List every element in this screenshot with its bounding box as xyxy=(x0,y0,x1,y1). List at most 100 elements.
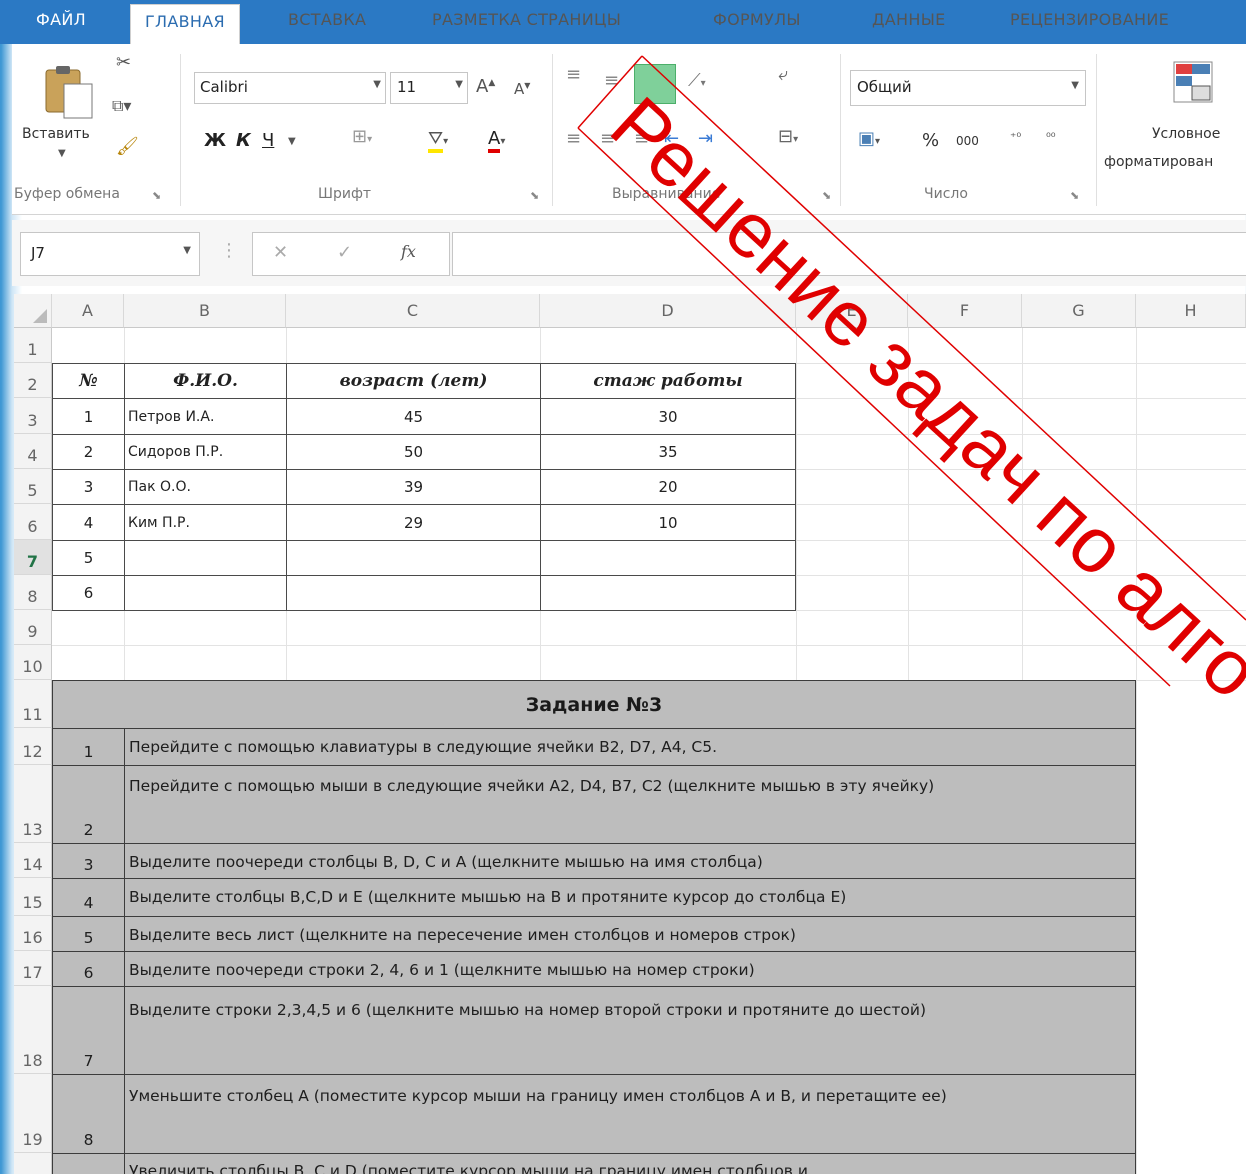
bold-button[interactable]: Ж xyxy=(204,130,226,151)
row-header[interactable]: 3 xyxy=(14,398,52,434)
table-cell[interactable]: 5 xyxy=(52,540,125,576)
font-launcher-icon[interactable]: ⬊ xyxy=(530,189,539,202)
column-header-h[interactable]: H xyxy=(1136,294,1246,328)
more-options-icon[interactable]: ⋮ xyxy=(220,240,238,261)
clipboard-launcher-icon[interactable]: ⬊ xyxy=(152,189,161,202)
borders-icon[interactable]: ⊞▾ xyxy=(352,126,372,147)
confirm-entry-icon[interactable]: ✓ xyxy=(337,242,352,263)
task-number[interactable]: 5 xyxy=(52,916,125,952)
table-cell[interactable] xyxy=(124,540,287,576)
number-launcher-icon[interactable]: ⬊ xyxy=(1070,189,1079,202)
row-header[interactable]: 5 xyxy=(14,469,52,504)
column-header-g[interactable]: G xyxy=(1022,294,1136,328)
worksheet-grid[interactable]: A B C D E F G H 1 2 3 4 5 6 7 8 9 10 11 … xyxy=(14,294,1246,1174)
table-header-experience[interactable]: стаж работы xyxy=(540,363,796,399)
column-header-f[interactable]: F xyxy=(908,294,1022,328)
row-header[interactable]: 4 xyxy=(14,434,52,469)
task-text[interactable]: Выделите поочереди столбцы В, D, С и А (… xyxy=(124,843,1136,879)
select-all-button[interactable] xyxy=(14,294,52,328)
cancel-entry-icon[interactable]: ✕ xyxy=(273,242,288,263)
percent-button[interactable]: % xyxy=(922,130,939,151)
table-cell[interactable] xyxy=(540,540,796,576)
task-number[interactable]: 3 xyxy=(52,843,125,879)
paste-button[interactable]: Вставить ▼ xyxy=(22,60,104,170)
row-header[interactable]: 19 xyxy=(14,1074,52,1153)
row-header-selected[interactable]: 7 xyxy=(14,540,52,575)
task-number[interactable]: 1 xyxy=(52,728,125,766)
task-text[interactable]: Уменьшите столбец А (поместите курсор мы… xyxy=(124,1074,1136,1154)
column-header-a[interactable]: A xyxy=(52,294,124,328)
table-cell[interactable]: Петров И.А. xyxy=(124,398,287,435)
thousands-separator-button[interactable]: 000 xyxy=(956,134,979,148)
table-cell[interactable]: 20 xyxy=(540,469,796,505)
table-cell[interactable]: 1 xyxy=(52,398,125,435)
row-header[interactable] xyxy=(14,1153,52,1174)
row-header[interactable]: 12 xyxy=(14,728,52,765)
formula-input[interactable] xyxy=(452,232,1246,276)
number-format-select[interactable]: Общий ▼ xyxy=(850,70,1086,106)
table-cell[interactable] xyxy=(124,575,287,611)
increase-indent-icon[interactable]: ⇥ xyxy=(698,128,713,149)
task-text[interactable]: Увеличить столбцы В, С и D (поместите ку… xyxy=(124,1153,1136,1174)
task-text[interactable]: Выделите строки 2,3,4,5 и 6 (щелкните мы… xyxy=(124,986,1136,1075)
increase-decimal-icon[interactable]: ⁺⁰ xyxy=(1010,130,1021,144)
table-header-name[interactable]: Ф.И.О. xyxy=(124,363,287,399)
row-header[interactable]: 13 xyxy=(14,765,52,843)
task-number[interactable]: 6 xyxy=(52,951,125,987)
tab-home[interactable]: ГЛАВНАЯ xyxy=(130,4,240,44)
row-header[interactable]: 10 xyxy=(14,645,52,680)
decrease-decimal-icon[interactable]: ⁰⁰ xyxy=(1046,130,1056,144)
table-cell[interactable]: Ким П.Р. xyxy=(124,504,287,541)
task-number[interactable]: 4 xyxy=(52,878,125,917)
shrink-font-icon[interactable]: A▼ xyxy=(514,80,530,98)
font-size-select[interactable]: 11 ▼ xyxy=(390,72,468,104)
cut-icon[interactable]: ✂ xyxy=(116,52,131,73)
grow-font-icon[interactable]: A▲ xyxy=(476,76,495,97)
column-header-b[interactable]: B xyxy=(124,294,286,328)
font-name-select[interactable]: Calibri ▼ xyxy=(194,72,386,104)
column-header-c[interactable]: C xyxy=(286,294,540,328)
align-middle-icon[interactable]: ≡ xyxy=(604,70,619,91)
table-cell[interactable]: 50 xyxy=(286,434,541,470)
table-cell[interactable]: Сидоров П.Р. xyxy=(124,434,287,470)
table-cell[interactable]: 39 xyxy=(286,469,541,505)
align-bottom-button[interactable] xyxy=(634,64,676,104)
row-header[interactable]: 9 xyxy=(14,610,52,645)
row-header[interactable]: 8 xyxy=(14,575,52,610)
name-box[interactable]: J7 ▼ xyxy=(20,232,200,276)
table-cell[interactable]: 29 xyxy=(286,504,541,541)
insert-function-icon[interactable]: fx xyxy=(401,242,416,261)
table-cell[interactable] xyxy=(540,575,796,611)
alignment-launcher-icon[interactable]: ⬊ xyxy=(822,189,831,202)
table-cell[interactable]: Пак О.О. xyxy=(124,469,287,505)
merge-center-icon[interactable]: ⊟▾ xyxy=(778,126,798,147)
task-text[interactable]: Перейдите с помощью клавиатуры в следующ… xyxy=(124,728,1136,766)
task-number[interactable]: 2 xyxy=(52,765,125,844)
table-cell[interactable]: 10 xyxy=(540,504,796,541)
task-text[interactable]: Выделите столбцы В,С,D и Е (щелкните мыш… xyxy=(124,878,1136,917)
fill-color-icon[interactable]: ⛛▾ xyxy=(428,128,448,153)
table-cell[interactable]: 45 xyxy=(286,398,541,435)
decrease-indent-icon[interactable]: ⇤ xyxy=(664,128,679,149)
underline-button[interactable]: Ч xyxy=(262,130,274,151)
wrap-text-icon[interactable]: ⤶ xyxy=(778,64,788,85)
column-header-e[interactable]: E xyxy=(796,294,908,328)
tab-insert[interactable]: ВСТАВКА xyxy=(288,10,366,29)
row-header[interactable]: 1 xyxy=(14,328,52,363)
row-header[interactable]: 2 xyxy=(14,363,52,398)
copy-icon[interactable]: ⧉▾ xyxy=(112,96,131,116)
row-header[interactable]: 6 xyxy=(14,504,52,540)
table-cell[interactable]: 3 xyxy=(52,469,125,505)
font-color-icon[interactable]: A▾ xyxy=(488,128,505,153)
align-left-icon[interactable]: ≡ xyxy=(566,128,581,149)
align-top-icon[interactable]: ≡ xyxy=(566,64,581,85)
tab-file[interactable]: ФАЙЛ xyxy=(36,10,86,29)
tab-data[interactable]: ДАННЫЕ xyxy=(872,10,946,29)
table-header-age[interactable]: возраст (лет) xyxy=(286,363,541,399)
row-header[interactable]: 16 xyxy=(14,916,52,951)
task-text[interactable]: Выделите весь лист (щелкните на пересече… xyxy=(124,916,1136,952)
task-number[interactable]: 7 xyxy=(52,986,125,1075)
table-header-number[interactable]: № xyxy=(52,363,125,399)
row-header[interactable]: 15 xyxy=(14,878,52,916)
chevron-down-icon[interactable]: ▼ xyxy=(288,136,296,147)
